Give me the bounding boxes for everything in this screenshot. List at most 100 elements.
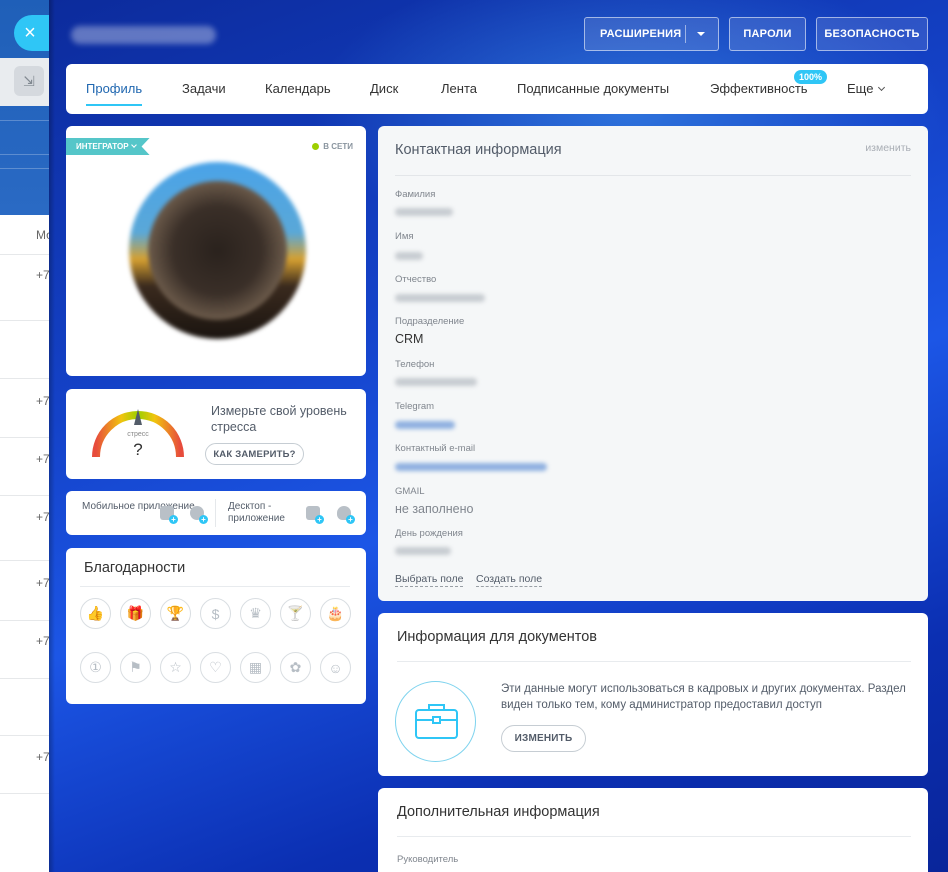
thanks-divider (80, 586, 350, 587)
field-label-gmail: GMAIL (395, 486, 425, 497)
apps-divider (215, 499, 216, 527)
background-phone: +7 (36, 634, 50, 648)
tab-more-label: Еще (847, 81, 874, 96)
background-phone: +7 (36, 510, 50, 524)
number-one-icon[interactable]: ① (80, 652, 111, 683)
chevron-down-icon[interactable] (697, 32, 705, 36)
tab-signed-documents[interactable]: Подписанные документы (517, 81, 669, 96)
mobile-app-label: Мобильное приложение (82, 501, 195, 512)
beer-icon[interactable]: ▦ (240, 652, 271, 683)
thanks-card: Благодарности 👍 🎁 🏆 $ ♛ 🍸 🎂 ① ⚑ ☆ ♡ ▦ ✿ … (66, 548, 366, 704)
field-label-phone: Телефон (395, 359, 435, 370)
tab-profile[interactable]: Профиль (86, 81, 143, 106)
documents-divider (397, 661, 911, 662)
field-label-birthday: День рождения (395, 528, 463, 539)
field-value-gmail: не заполнено (395, 502, 474, 516)
background-phone: +7 (36, 394, 50, 408)
star-icon[interactable]: ☆ (160, 652, 191, 683)
field-label-patronymic: Отчество (395, 274, 437, 285)
briefcase-icon (395, 681, 476, 762)
cocktail-icon[interactable]: 🍸 (280, 598, 311, 629)
background-phone: +7 (36, 452, 50, 466)
thanks-title: Благодарности (84, 560, 186, 576)
heart-icon[interactable]: ♡ (200, 652, 231, 683)
cake-icon[interactable]: 🎂 (320, 598, 351, 629)
contact-info-card: Контактная информация изменить Фамилия И… (378, 126, 928, 601)
field-value-telegram[interactable] (395, 421, 455, 429)
tab-calendar[interactable]: Календарь (265, 81, 331, 96)
field-value-phone (395, 378, 477, 386)
role-badge-label: ИНТЕГРАТОР (76, 142, 129, 151)
online-dot-icon (312, 143, 320, 150)
briefcase-svg (415, 704, 458, 739)
extensions-button-label: РАСШИРЕНИЯ (600, 28, 682, 40)
field-value-patronymic (395, 294, 485, 302)
passwords-button[interactable]: ПАРОЛИ (729, 17, 806, 51)
contact-edit-link[interactable]: изменить (865, 142, 911, 154)
documents-description: Эти данные могут использоваться в кадров… (501, 683, 906, 711)
background-phone: +7 (36, 750, 50, 764)
avatar[interactable] (129, 162, 306, 339)
tab-efficiency[interactable]: Эффективность (710, 81, 808, 96)
tab-more[interactable]: Еще (847, 81, 886, 96)
additional-info-card: Дополнительная информация Руководитель (378, 788, 928, 872)
field-label-department: Подразделение (395, 316, 465, 327)
thumbs-up-icon[interactable]: 👍 (80, 598, 111, 629)
documents-info-card: Информация для документов Эти данные мог… (378, 613, 928, 776)
stress-gauge-label: стресс (127, 431, 149, 438)
manager-label: Руководитель (397, 854, 459, 865)
stress-prompt: Измерьте свой уровень стресса (211, 404, 347, 434)
gift-icon[interactable]: 🎁 (120, 598, 151, 629)
cup-icon[interactable]: 🏆 (160, 598, 191, 629)
field-label-name: Имя (395, 231, 414, 242)
field-value-surname (395, 208, 453, 216)
additional-divider (397, 836, 911, 837)
apple-icon[interactable]: + (337, 506, 355, 524)
field-label-telegram: Telegram (395, 401, 435, 412)
contact-divider (395, 175, 911, 176)
role-badge[interactable]: ИНТЕГРАТОР (66, 138, 150, 155)
stress-value: ? (133, 440, 143, 459)
documents-edit-button[interactable]: ИЗМЕНИТЬ (501, 725, 586, 752)
field-value-department: CRM (395, 332, 424, 346)
online-status: В СЕТИ (312, 142, 353, 151)
chevron-down-icon (878, 83, 886, 92)
additional-info-title: Дополнительная информация (397, 804, 600, 820)
efficiency-badge: 100% (794, 70, 828, 84)
flower-icon[interactable]: ✿ (280, 652, 311, 683)
tab-feed[interactable]: Лента (441, 81, 477, 96)
documents-info-title: Информация для документов (397, 629, 598, 645)
security-button[interactable]: БЕЗОПАСНОСТЬ (816, 17, 928, 51)
choose-field-link[interactable]: Выбрать поле (395, 573, 464, 587)
background-phone: +7 (36, 576, 50, 590)
money-icon[interactable]: $ (200, 598, 231, 629)
online-status-label: В СЕТИ (323, 142, 353, 151)
tab-tasks[interactable]: Задачи (182, 81, 226, 96)
button-separator (685, 25, 686, 43)
crown-icon[interactable]: ♛ (240, 598, 271, 629)
avatar-card: ИНТЕГРАТОР В СЕТИ (66, 126, 366, 376)
profile-slider: РАСШИРЕНИЯ ПАРОЛИ БЕЗОПАСНОСТЬ Профиль З… (49, 0, 948, 872)
background-phone: +7 (36, 268, 50, 282)
android-icon[interactable]: + (160, 506, 178, 524)
field-label-surname: Фамилия (395, 189, 436, 200)
close-slider-icon[interactable]: × (14, 15, 50, 51)
apps-card: Мобильное приложение + + Десктоп - прило… (66, 491, 366, 535)
flag-icon[interactable]: ⚑ (120, 652, 151, 683)
field-value-birthday (395, 547, 451, 555)
contact-info-title: Контактная информация (395, 142, 562, 158)
tab-disk[interactable]: Диск (370, 81, 398, 96)
create-field-link[interactable]: Создать поле (476, 573, 543, 587)
desktop-app-label: Десктоп - приложение (228, 501, 285, 524)
chevron-down-icon (131, 142, 137, 148)
appstore-icon[interactable]: + (190, 506, 208, 524)
field-label-email: Контактный e-mail (395, 443, 476, 454)
extensions-button[interactable]: РАСШИРЕНИЯ (584, 17, 719, 51)
how-to-measure-button[interactable]: КАК ЗАМЕРИТЬ? (205, 443, 304, 465)
windows-icon[interactable]: + (306, 506, 324, 524)
stress-card: стресс ? Измерьте свой уровень стресса К… (66, 389, 366, 479)
user-name-title (71, 26, 216, 44)
smile-icon[interactable]: ☺ (320, 652, 351, 683)
field-value-email[interactable] (395, 463, 547, 471)
collapse-icon[interactable]: ⇲ (14, 66, 44, 96)
